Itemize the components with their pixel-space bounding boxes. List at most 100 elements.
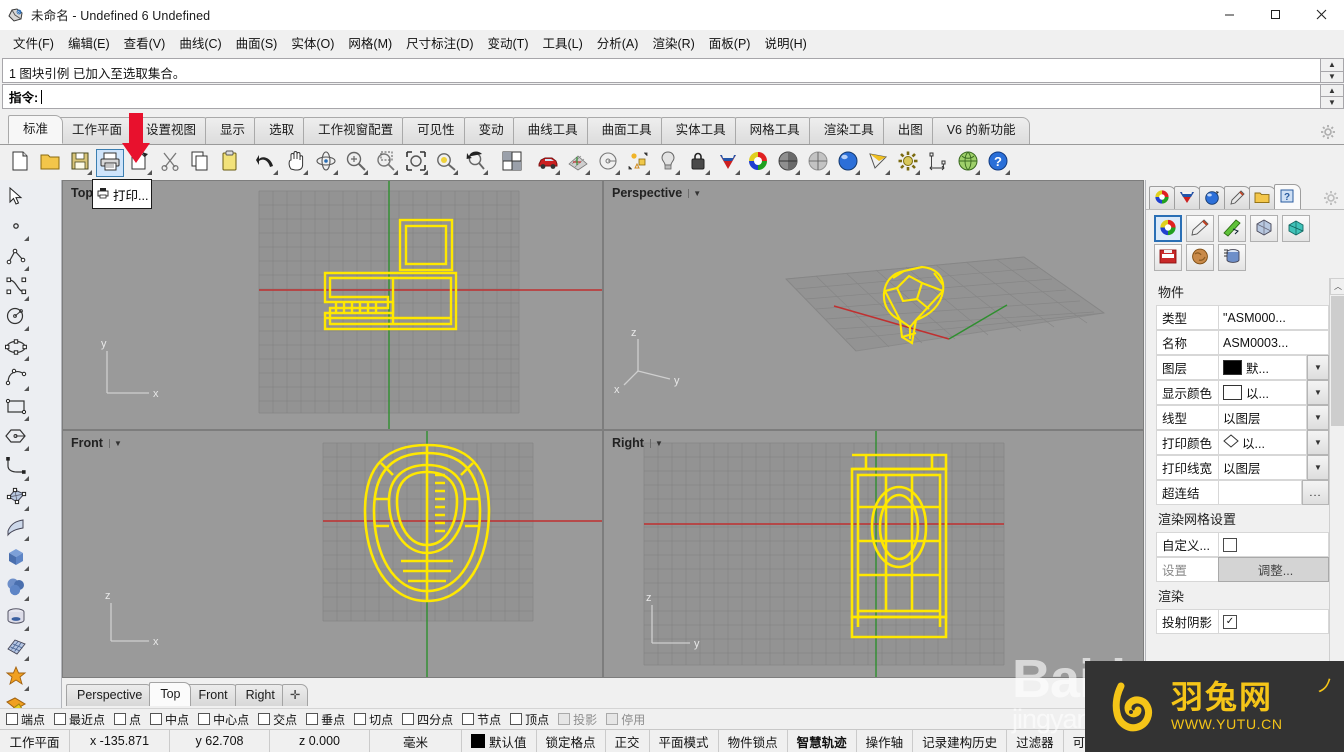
osnap-10[interactable]: 顶点 — [510, 711, 549, 728]
osnap-checkbox[interactable] — [354, 713, 367, 725]
btn-object-properties[interactable] — [1154, 215, 1182, 242]
panel-gear-icon[interactable] — [1323, 190, 1339, 206]
status-filter[interactable]: 过滤器 — [1007, 730, 1064, 752]
btn-mesh[interactable] — [1282, 215, 1310, 242]
flyout-indicator-icon[interactable] — [1005, 169, 1010, 175]
osnap-8[interactable]: 四分点 — [402, 711, 453, 728]
scroll-up-button[interactable]: ︿ — [1330, 278, 1344, 295]
ribbon-tab-5[interactable]: 工作视窗配置 — [303, 117, 409, 144]
shaded-view-button[interactable] — [774, 149, 802, 177]
osnap-9[interactable]: 节点 — [462, 711, 501, 728]
flyout-indicator-icon[interactable] — [24, 266, 29, 271]
flyout-indicator-icon[interactable] — [24, 416, 29, 421]
dimension-button[interactable] — [924, 149, 952, 177]
viewport-top[interactable]: y x Top ▼ — [62, 180, 603, 430]
command-history[interactable]: 1 图块引例 已加入至选取集合。 — [2, 58, 1320, 83]
menu-solid[interactable]: 实体(O) — [284, 30, 341, 55]
property-dropdown-chevron-icon[interactable]: ▼ — [1307, 455, 1329, 480]
flyout-indicator-icon[interactable] — [24, 506, 29, 511]
ribbon-tab-13[interactable]: 出图 — [882, 117, 938, 144]
select-tool[interactable] — [0, 183, 31, 213]
status-history[interactable]: 记录建构历史 — [913, 730, 1008, 752]
osnap-button[interactable] — [624, 149, 652, 177]
menu-tools[interactable]: 工具(L) — [535, 30, 589, 55]
osnap-checkbox[interactable] — [54, 713, 67, 725]
property-value[interactable] — [1218, 480, 1302, 505]
copy-button[interactable] — [186, 149, 214, 177]
flyout-indicator-icon[interactable] — [585, 169, 590, 175]
polyline-tool[interactable] — [0, 243, 31, 273]
command-scroll-down[interactable]: ▼ — [1320, 70, 1344, 83]
fillet-tool[interactable] — [0, 453, 31, 483]
viewport-tab-front[interactable]: Front — [187, 684, 239, 706]
web-browser-button[interactable] — [954, 149, 982, 177]
minimize-button[interactable] — [1206, 0, 1252, 30]
save-button[interactable] — [66, 149, 94, 177]
close-button[interactable] — [1298, 0, 1344, 30]
property-checkbox[interactable]: ✓ — [1223, 614, 1237, 629]
menu-panels[interactable]: 面板(P) — [702, 30, 758, 55]
viewport-tab-perspective[interactable]: Perspective — [66, 684, 154, 706]
polygon-tool[interactable] — [0, 423, 31, 453]
menu-file[interactable]: 文件(F) — [6, 30, 61, 55]
menu-surface[interactable]: 曲面(S) — [229, 30, 285, 55]
flyout-indicator-icon[interactable] — [423, 169, 428, 175]
osnap-4[interactable]: 中心点 — [198, 711, 249, 728]
color-swatch[interactable] — [1223, 385, 1242, 400]
flyout-indicator-icon[interactable] — [765, 169, 770, 175]
osnap-checkbox[interactable] — [6, 713, 18, 725]
light-button[interactable] — [654, 149, 682, 177]
btn-material[interactable] — [1186, 215, 1214, 242]
viewport-front[interactable]: z x Front ▼ — [62, 430, 603, 678]
flyout-indicator-icon[interactable] — [24, 596, 29, 601]
explode-tool[interactable] — [0, 663, 31, 693]
status-planar[interactable]: 平面模式 — [650, 730, 719, 752]
menu-transform[interactable]: 变动(T) — [481, 30, 536, 55]
menu-curve[interactable]: 曲线(C) — [172, 30, 228, 55]
ribbon-tab-11[interactable]: 网格工具 — [734, 117, 815, 144]
command-page-up[interactable]: ▲ — [1320, 83, 1344, 97]
status-ortho[interactable]: 正交 — [606, 730, 650, 752]
flyout-indicator-icon[interactable] — [483, 169, 488, 175]
flyout-indicator-icon[interactable] — [24, 686, 29, 691]
property-dropdown-chevron-icon[interactable]: ▼ — [1307, 355, 1329, 380]
cylinder-tool[interactable] — [0, 603, 31, 633]
flyout-indicator-icon[interactable] — [24, 386, 29, 391]
construction-plane-button[interactable] — [564, 149, 592, 177]
ribbon-tab-14[interactable]: V6 的新功能 — [931, 117, 1031, 144]
layer-button[interactable] — [714, 149, 742, 177]
chevron-down-icon[interactable]: ▼ — [688, 188, 701, 198]
flyout-indicator-icon[interactable] — [825, 169, 830, 175]
status-y[interactable]: y 62.708 — [170, 730, 270, 752]
add-viewport-tab-button[interactable]: ✛ — [281, 684, 309, 706]
flyout-indicator-icon[interactable] — [975, 169, 980, 175]
flyout-indicator-icon[interactable] — [24, 236, 29, 241]
osnap-checkbox[interactable] — [198, 713, 211, 725]
property-checkbox[interactable] — [1223, 537, 1237, 552]
lock-button[interactable] — [684, 149, 712, 177]
ellipse-tool[interactable] — [0, 333, 31, 363]
property-adjust-button[interactable]: 调整... — [1218, 557, 1329, 582]
gear-icon[interactable] — [1320, 124, 1336, 140]
osnap-11[interactable]: 投影 — [558, 711, 597, 728]
options-button[interactable] — [894, 149, 922, 177]
arc-tool[interactable] — [0, 363, 31, 393]
sphere-tool[interactable] — [0, 573, 31, 603]
osnap-checkbox[interactable] — [306, 713, 319, 725]
ribbon-tab-10[interactable]: 实体工具 — [660, 117, 741, 144]
status-x[interactable]: x -135.871 — [70, 730, 170, 752]
menu-render[interactable]: 渲染(R) — [645, 30, 701, 55]
osnap-checkbox[interactable] — [558, 713, 571, 725]
ribbon-tab-6[interactable]: 可见性 — [402, 117, 470, 144]
mesh-tool[interactable] — [0, 633, 31, 663]
flyout-indicator-icon[interactable] — [705, 169, 710, 175]
flyout-indicator-icon[interactable] — [333, 169, 338, 175]
status-gumball[interactable]: 操作轴 — [857, 730, 914, 752]
property-value[interactable]: 以... — [1218, 380, 1307, 405]
osnap-12[interactable]: 停用 — [606, 711, 645, 728]
extrude-surface-tool[interactable] — [0, 513, 31, 543]
zoom-previous-button[interactable] — [462, 149, 490, 177]
status-units[interactable]: 毫米 — [370, 730, 462, 752]
flyout-indicator-icon[interactable] — [147, 169, 152, 175]
osnap-0[interactable]: 端点 — [6, 711, 45, 728]
